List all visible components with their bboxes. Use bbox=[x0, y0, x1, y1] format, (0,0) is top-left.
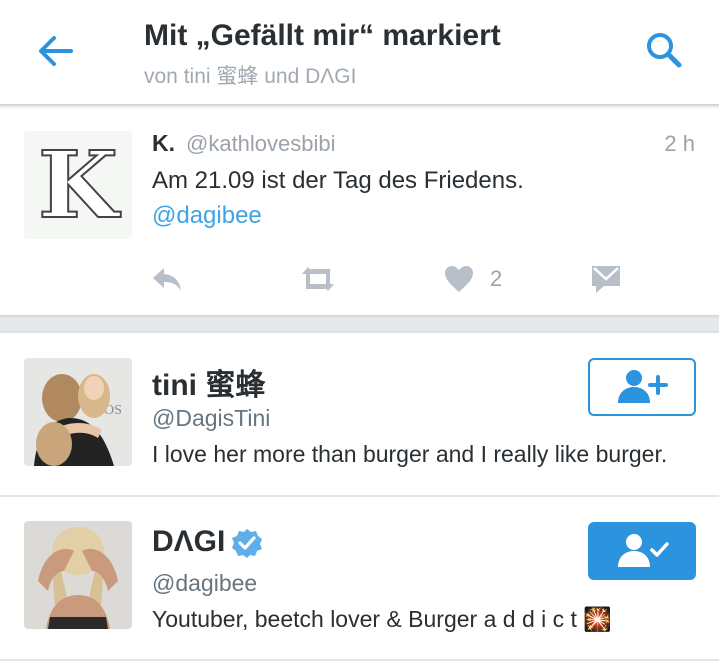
user-card[interactable]: OS tini 蜜蜂 @DagisTini I love her more th… bbox=[0, 333, 719, 495]
user-handle: @DagisTini bbox=[152, 405, 271, 431]
following-button[interactable] bbox=[588, 522, 696, 580]
avatar[interactable]: K bbox=[24, 131, 132, 239]
direct-message-icon bbox=[592, 266, 620, 293]
direct-message-button[interactable] bbox=[590, 259, 622, 299]
section-divider bbox=[0, 315, 719, 333]
avatar[interactable]: OS bbox=[24, 358, 132, 466]
avatar-photo bbox=[24, 521, 132, 629]
page-subtitle: von tini 蜜蜂 und DΛGI bbox=[144, 65, 357, 88]
avatar-photo: OS bbox=[24, 358, 132, 466]
follow-button[interactable] bbox=[588, 358, 696, 416]
tweet-mention-link[interactable]: @dagibee bbox=[152, 202, 262, 230]
like-button[interactable]: 2 bbox=[444, 259, 502, 299]
tweet-text: Am 21.09 ist der Tag des Friedens. bbox=[152, 167, 524, 194]
page-title: Mit „Gefällt mir“ markiert bbox=[144, 19, 501, 52]
user-check-icon bbox=[618, 534, 669, 567]
app-header: Mit „Gefällt mir“ markiert von tini 蜜蜂 u… bbox=[0, 0, 719, 106]
tweet[interactable]: K K. @kathlovesbibi 2 h Am 21.09 ist der… bbox=[0, 109, 719, 315]
user-bio: I love her more than burger and I really… bbox=[152, 441, 668, 467]
reply-button[interactable] bbox=[150, 259, 184, 299]
tweet-author-handle[interactable]: @kathlovesbibi bbox=[186, 131, 336, 157]
tweet-timestamp: 2 h bbox=[664, 131, 695, 156]
verified-badge-icon bbox=[232, 529, 263, 559]
add-user-icon bbox=[618, 370, 668, 403]
user-handle: @dagibee bbox=[152, 570, 258, 596]
arrow-left-icon bbox=[39, 36, 73, 66]
tweet-author-name[interactable]: K. bbox=[152, 130, 175, 157]
avatar-letter: K bbox=[37, 131, 119, 239]
reply-icon bbox=[153, 268, 181, 291]
retweet-icon bbox=[302, 267, 334, 291]
user-bio: Youtuber, beetch lover & Burger a d d i … bbox=[152, 606, 612, 632]
heart-icon bbox=[445, 266, 473, 292]
user-name[interactable]: tini 蜜蜂 bbox=[152, 360, 265, 404]
user-name[interactable]: DΛGI bbox=[152, 525, 225, 558]
user-name-row: DΛGI bbox=[152, 525, 263, 559]
like-count: 2 bbox=[490, 266, 503, 291]
avatar[interactable] bbox=[24, 521, 132, 629]
search-icon bbox=[647, 33, 682, 68]
back-button[interactable] bbox=[34, 30, 78, 74]
user-card[interactable]: DΛGI @dagibee Youtuber, beetch lover & B… bbox=[0, 497, 719, 661]
search-button[interactable] bbox=[642, 27, 686, 71]
retweet-button[interactable] bbox=[298, 259, 338, 299]
